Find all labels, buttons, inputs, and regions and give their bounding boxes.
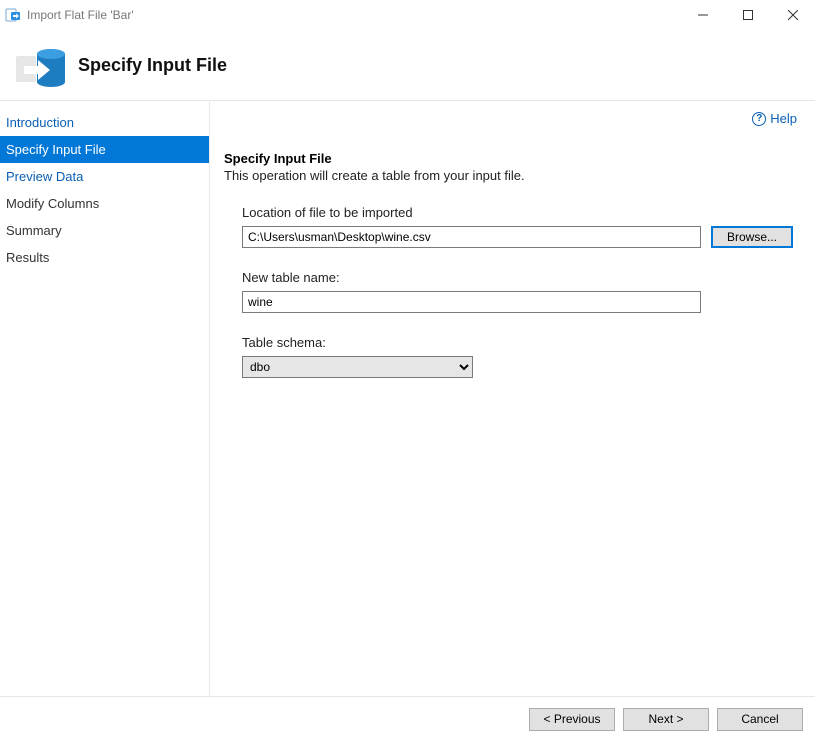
minimize-button[interactable] — [680, 0, 725, 30]
cancel-button[interactable]: Cancel — [717, 708, 803, 731]
sidebar-item-specify-input-file[interactable]: Specify Input File — [0, 136, 209, 163]
titlebar: Import Flat File 'Bar' — [0, 0, 815, 30]
wizard-sidebar: Introduction Specify Input File Preview … — [0, 101, 210, 696]
help-link[interactable]: ? Help — [752, 111, 797, 126]
table-name-label: New table name: — [242, 270, 793, 285]
section-title: Specify Input File — [224, 151, 801, 166]
browse-button[interactable]: Browse... — [711, 226, 793, 248]
help-icon: ? — [752, 112, 766, 126]
close-button[interactable] — [770, 0, 815, 30]
app-icon — [5, 7, 21, 23]
content-area: ? Help Specify Input File This operation… — [210, 101, 815, 696]
sidebar-item-results[interactable]: Results — [0, 244, 209, 271]
schema-label: Table schema: — [242, 335, 793, 350]
table-name-input[interactable] — [242, 291, 701, 313]
previous-button[interactable]: < Previous — [529, 708, 615, 731]
file-location-input[interactable] — [242, 226, 701, 248]
page-title: Specify Input File — [78, 55, 227, 76]
schema-select[interactable]: dbo — [242, 356, 473, 378]
file-location-label: Location of file to be imported — [242, 205, 793, 220]
wizard-header: Specify Input File — [0, 30, 815, 100]
sidebar-item-modify-columns[interactable]: Modify Columns — [0, 190, 209, 217]
sidebar-item-introduction[interactable]: Introduction — [0, 109, 209, 136]
window-title: Import Flat File 'Bar' — [27, 8, 134, 22]
database-import-icon — [14, 42, 60, 88]
next-button[interactable]: Next > — [623, 708, 709, 731]
sidebar-item-summary[interactable]: Summary — [0, 217, 209, 244]
wizard-footer: < Previous Next > Cancel — [0, 696, 815, 741]
window-controls — [680, 0, 815, 30]
body: Introduction Specify Input File Preview … — [0, 100, 815, 696]
section-description: This operation will create a table from … — [224, 168, 801, 183]
maximize-button[interactable] — [725, 0, 770, 30]
help-label: Help — [770, 111, 797, 126]
form: Location of file to be imported Browse..… — [224, 205, 801, 378]
file-location-row: Browse... — [242, 226, 793, 248]
sidebar-item-preview-data[interactable]: Preview Data — [0, 163, 209, 190]
